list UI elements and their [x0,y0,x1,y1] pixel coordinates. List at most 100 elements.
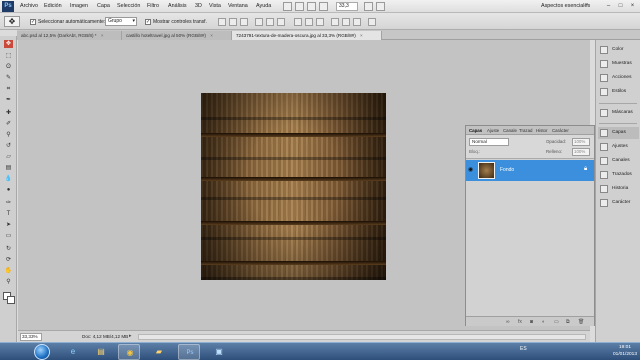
dock-item-adjustments[interactable]: Ajustes [598,141,639,153]
shape-tool-icon[interactable]: ▭ [4,232,13,240]
fill-field[interactable]: 100% [572,148,590,156]
document-info[interactable]: Doc: 4,12 MB/4,12 MB [82,334,128,339]
type-tool-icon[interactable]: T [4,210,13,218]
language-indicator[interactable]: ES [520,346,527,352]
menu-capa[interactable]: Capa [97,3,110,9]
tab-channels[interactable]: Canale [503,128,517,133]
taskbar-network[interactable]: ▣ [208,344,230,360]
tab-document-1[interactable]: abc.psd al 12,5% (DarkAbt, RGB/8) * × [17,31,122,40]
dock-item-swatches[interactable]: Muestras [598,58,639,70]
dodge-tool-icon[interactable]: ● [4,186,13,194]
distribute-right-icon[interactable] [353,18,361,26]
wood-texture-image[interactable] [201,93,386,280]
chevron-double-right-icon[interactable]: » [585,2,588,8]
eye-icon[interactable]: ◉ [468,166,473,173]
zoom-level-field[interactable]: 33,3 [336,2,358,11]
close-icon[interactable]: × [101,33,104,38]
align-top-icon[interactable] [218,18,226,26]
path-selection-tool-icon[interactable]: ➤ [4,221,13,229]
tab-document-3[interactable]: 7243791-textura-de-madera-oscura.jpg al … [232,31,382,40]
tab-adjustments[interactable]: Ajuste [487,128,499,133]
zoom-tool-icon[interactable]: ⚲ [4,278,13,286]
hand-icon[interactable] [307,2,316,11]
zoom-percent-field[interactable]: 33,33% [20,333,42,341]
chevron-right-icon[interactable]: ▸ [129,333,132,339]
blur-tool-icon[interactable]: 💧 [4,175,13,183]
hand-tool-icon[interactable]: ✋ [4,267,13,275]
3d-rotate-tool-icon[interactable]: ↻ [4,245,13,253]
align-vcenter-icon[interactable] [229,18,237,26]
move-tool-icon[interactable]: ✥ [4,40,13,48]
quick-select-tool-icon[interactable]: ✎ [4,74,13,82]
dock-item-masks[interactable]: Máscaras [598,107,639,119]
taskbar-chrome[interactable]: ◉ [118,344,140,360]
eyedropper-tool-icon[interactable]: ✒ [4,96,13,104]
close-icon[interactable]: × [360,33,363,38]
menu-ventana[interactable]: Ventana [228,3,248,9]
menu-imagen[interactable]: Imagen [70,3,88,9]
menu-filtro[interactable]: Filtro [147,3,159,9]
align-bottom-icon[interactable] [240,18,248,26]
3d-camera-tool-icon[interactable]: ⟳ [4,256,13,264]
healing-brush-tool-icon[interactable]: ✚ [4,109,13,117]
distribute-hcenter-icon[interactable] [342,18,350,26]
crop-tool-icon[interactable]: ⌗ [4,85,13,93]
tab-paths[interactable]: Trazad [519,128,533,133]
align-right-icon[interactable] [277,18,285,26]
dock-item-paths[interactable]: Trazados [598,169,639,181]
fx-icon[interactable]: fx [518,319,522,325]
eraser-tool-icon[interactable]: ▱ [4,153,13,161]
marquee-tool-icon[interactable]: ⬚ [4,52,13,60]
horizontal-scrollbar[interactable] [138,334,586,340]
link-icon[interactable]: ∞ [506,319,510,325]
mask-icon[interactable]: ◙ [530,319,533,325]
opacity-field[interactable]: 100% [572,138,590,146]
distribute-bottom-icon[interactable] [316,18,324,26]
align-hcenter-icon[interactable] [266,18,274,26]
auto-align-icon[interactable] [368,18,376,26]
align-left-icon[interactable] [255,18,263,26]
screen-mode-icon[interactable] [376,2,385,11]
minimize-button[interactable]: – [604,2,613,10]
gradient-tool-icon[interactable]: ▤ [4,164,13,172]
background-color-swatch[interactable] [7,296,15,304]
start-button[interactable] [34,344,50,360]
taskbar-folder[interactable]: ▰ [148,344,170,360]
menu-ayuda[interactable]: Ayuda [256,3,271,9]
tab-layers[interactable]: Capas [469,128,482,133]
taskbar-file-explorer[interactable]: ▤ [90,344,112,360]
arrange-documents-icon[interactable] [364,2,373,11]
tab-history[interactable]: Histor [536,128,547,133]
adjustment-layer-icon[interactable]: ◐ [542,319,545,325]
menu-seleccion[interactable]: Selección [117,3,140,9]
distribute-top-icon[interactable] [294,18,302,26]
distribute-vcenter-icon[interactable] [305,18,313,26]
distribute-left-icon[interactable] [331,18,339,26]
dock-item-styles[interactable]: Estilos [598,86,639,98]
taskbar-internet-explorer[interactable]: e [62,344,84,360]
menu-archivo[interactable]: Archivo [20,3,38,9]
new-layer-icon[interactable]: ⧉ [566,319,570,325]
close-icon[interactable]: × [210,33,213,38]
group-icon[interactable]: ▭ [554,319,559,325]
pen-tool-icon[interactable]: ✑ [4,199,13,207]
brush-tool-icon[interactable]: ✐ [4,120,13,128]
tab-character[interactable]: Carácter [552,128,569,133]
auto-select-dropdown[interactable]: Grupo ▾ [105,17,137,26]
menu-vista[interactable]: Vista [209,3,221,9]
show-transform-checkbox[interactable]: ✓ [145,19,151,25]
layer-row-fondo[interactable]: ◉ Fondo 🔒︎ [466,160,594,181]
bridge-icon[interactable] [283,2,292,11]
auto-select-checkbox[interactable]: ✓ [30,19,36,25]
trash-icon[interactable]: 🗑︎ [578,319,584,325]
dock-item-channels[interactable]: Canales [598,155,639,167]
menu-3d[interactable]: 3D [195,3,202,9]
clone-stamp-tool-icon[interactable]: ⚲ [4,131,13,139]
dock-item-color[interactable]: Color [598,44,639,56]
taskbar-photoshop[interactable]: Ps [178,344,200,360]
clock-time[interactable]: 19:01 [612,345,638,350]
workspace-selector[interactable]: Aspectos esenciales [541,3,590,9]
dock-item-character[interactable]: Carácter [598,197,639,209]
zoom-tool-icon[interactable] [319,2,328,11]
tab-document-2[interactable]: castillo hoteltravel.jpg al 50% (RGB/8#)… [122,31,232,40]
